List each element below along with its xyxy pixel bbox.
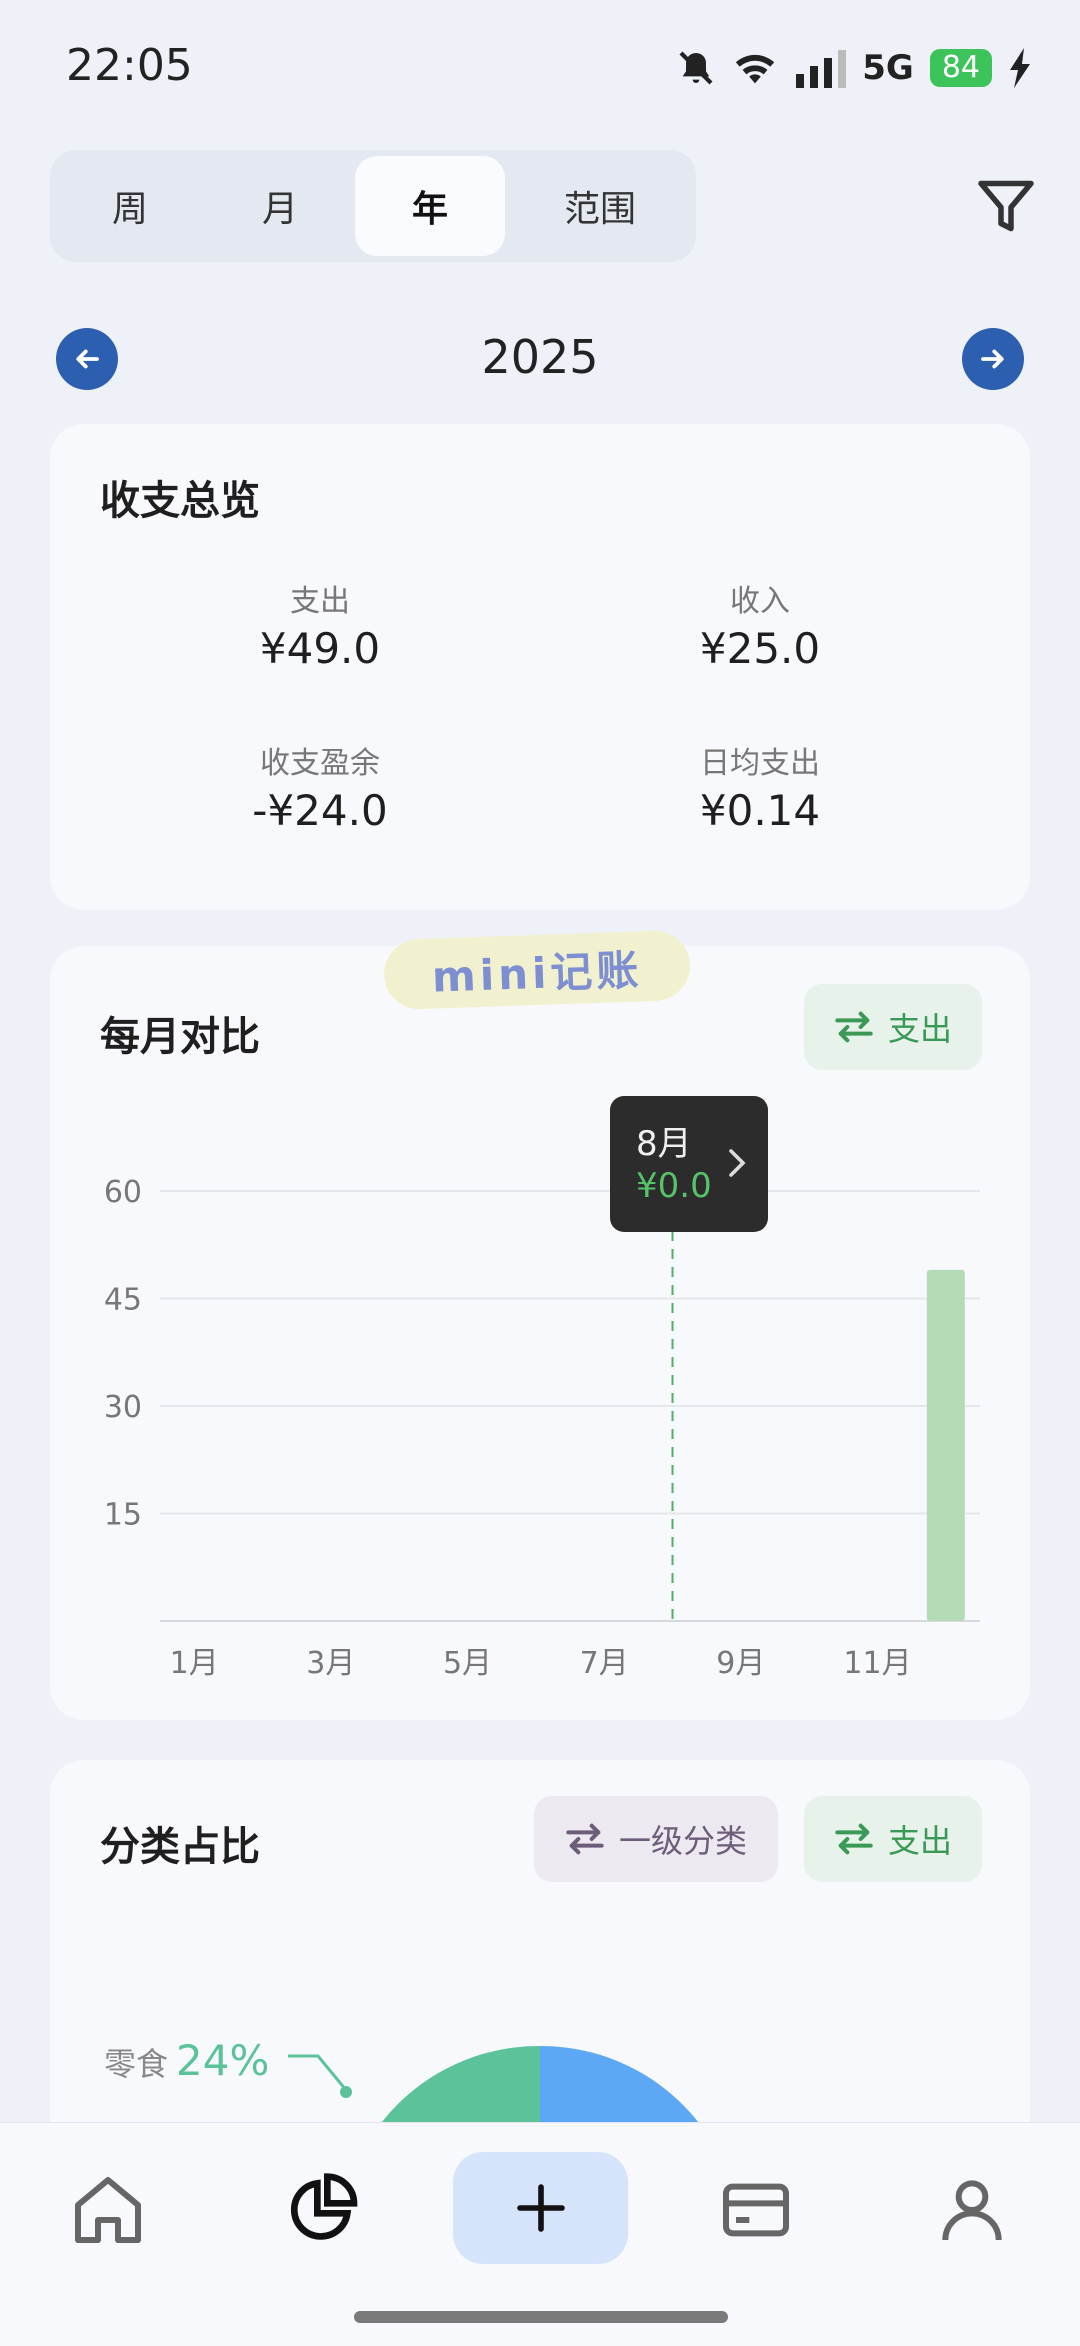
bar[interactable] (926, 1269, 965, 1621)
segment-month[interactable]: 月 (210, 156, 350, 256)
monthly-bar-chart: 15 30 45 60 1月 3月 5月 7月 9月 11月 (104, 1175, 980, 1681)
chart-tooltip[interactable]: 8月 ¥0.0 (610, 1096, 768, 1232)
daily-expense-value: ¥0.14 (699, 786, 821, 835)
y-tick-label: 30 (104, 1390, 142, 1425)
pie-label-leader (288, 2054, 348, 2091)
x-tick-label: 1月 (170, 1646, 219, 1681)
add-record-button[interactable] (453, 2152, 628, 2264)
x-tick-label: 5月 (443, 1646, 492, 1681)
x-tick-label: 7月 (580, 1646, 629, 1681)
next-year-button[interactable] (962, 328, 1024, 390)
pie-label-percent: 24% (176, 2036, 270, 2085)
chevron-right-icon (729, 1149, 746, 1177)
chart-icon[interactable] (284, 2170, 364, 2250)
pie-label-snacks: 零食 24% (104, 2036, 269, 2085)
pie-label-name: 零食 (104, 2045, 169, 2083)
segment-range[interactable]: 范围 (515, 156, 685, 256)
tooltip-value: ¥0.0 (636, 1166, 712, 1206)
filter-icon[interactable] (976, 176, 1036, 236)
home-indicator (354, 2311, 728, 2323)
charging-icon (1010, 48, 1030, 88)
period-label: 2025 (481, 330, 599, 384)
monthly-card: 每月对比 支出 15 30 45 60 1月 3月 5月 7月 9月 11月 (50, 946, 1030, 1720)
y-tick-label: 45 (104, 1283, 142, 1318)
y-tick-label: 60 (104, 1175, 142, 1210)
add-icon (516, 2184, 565, 2232)
home-icon[interactable] (68, 2170, 148, 2250)
expense-value: ¥49.0 (259, 624, 381, 673)
category-pie-chart (288, 2045, 715, 2180)
x-tick-label: 9月 (716, 1646, 765, 1681)
surplus-label: 收支盈余 (260, 746, 380, 781)
overview-card: 收支总览 支出 ¥49.0 收入 ¥25.0 收支盈余 -¥24.0 日均支出 … (50, 424, 1030, 910)
status-time: 22:05 (66, 40, 193, 91)
status-icons: 5G 84 (676, 44, 1032, 92)
mute-icon (679, 51, 713, 85)
x-tick-label: 11月 (843, 1646, 911, 1681)
category-card: 分类占比 一级分类 支出 零食 24% (50, 1760, 1030, 2180)
battery-level: 84 (929, 49, 992, 87)
y-tick-label: 15 (104, 1498, 142, 1533)
tooltip-month: 8月 (636, 1124, 692, 1164)
profile-icon[interactable] (932, 2170, 1012, 2250)
income-value: ¥25.0 (699, 624, 821, 673)
wifi-icon (736, 54, 775, 84)
app-watermark: mini记账 (382, 929, 692, 1011)
arrow-right-icon (981, 349, 1004, 369)
segment-week[interactable]: 周 (60, 156, 200, 256)
period-segment: 周 月 年 范围 (50, 150, 696, 262)
x-tick-label: 3月 (306, 1646, 355, 1681)
overview-title: 收支总览 (100, 478, 260, 524)
expense-label: 支出 (290, 584, 350, 619)
card-icon[interactable] (716, 2170, 796, 2250)
daily-expense-label: 日均支出 (700, 746, 820, 781)
surplus-value: -¥24.0 (252, 786, 388, 835)
signal-icon (796, 50, 847, 88)
pie-label-dot (340, 2086, 352, 2098)
income-label: 收入 (730, 584, 790, 619)
segment-year[interactable]: 年 (355, 156, 505, 256)
network-type: 5G (862, 48, 914, 88)
